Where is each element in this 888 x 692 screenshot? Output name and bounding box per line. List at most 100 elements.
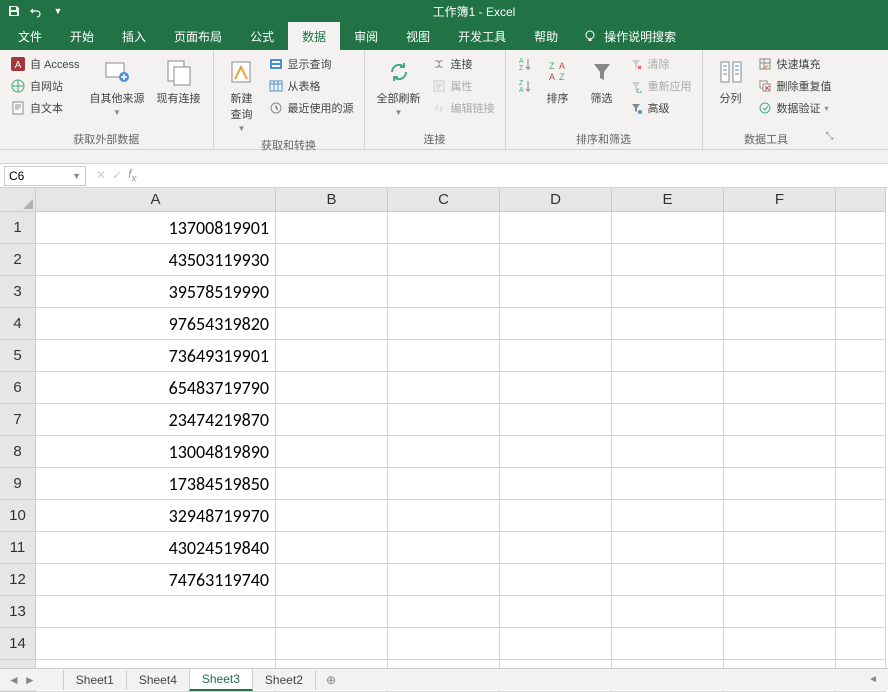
tab-help[interactable]: 帮助 <box>520 22 572 51</box>
enter-formula-icon[interactable]: ✓ <box>112 168 122 182</box>
cell[interactable]: 32948719970 <box>36 500 276 532</box>
cell[interactable]: 43503119930 <box>36 244 276 276</box>
tab-home[interactable]: 开始 <box>56 22 108 51</box>
cell[interactable] <box>612 564 724 596</box>
row-header[interactable]: 8 <box>0 436 36 468</box>
sheet-nav-next-icon[interactable]: ► <box>24 673 36 687</box>
cell[interactable] <box>612 340 724 372</box>
flash-fill-button[interactable]: 快速填充 <box>755 54 834 74</box>
cell[interactable] <box>724 404 836 436</box>
cell[interactable] <box>836 532 886 564</box>
col-header-B[interactable]: B <box>276 188 388 212</box>
cell[interactable] <box>388 244 500 276</box>
row-header[interactable]: 14 <box>0 628 36 660</box>
advanced-filter-button[interactable]: 高级 <box>626 98 694 118</box>
cell[interactable] <box>612 468 724 500</box>
cell[interactable] <box>724 372 836 404</box>
cell[interactable] <box>276 628 388 660</box>
text-to-columns-button[interactable]: 分列 <box>711 54 751 108</box>
cell[interactable] <box>724 212 836 244</box>
cell[interactable] <box>500 372 612 404</box>
cell[interactable] <box>836 564 886 596</box>
cell[interactable] <box>612 244 724 276</box>
refresh-all-button[interactable]: 全部刷新▼ <box>373 54 425 119</box>
col-header-extra[interactable] <box>836 188 886 212</box>
col-header-C[interactable]: C <box>388 188 500 212</box>
qat-dropdown-icon[interactable]: ▼ <box>50 3 66 19</box>
cell[interactable] <box>612 596 724 628</box>
cell[interactable] <box>836 212 886 244</box>
remove-duplicates-button[interactable]: 删除重复值 <box>755 76 834 96</box>
row-header[interactable]: 5 <box>0 340 36 372</box>
sort-az-button[interactable]: AZ <box>514 54 534 74</box>
row-header[interactable]: 3 <box>0 276 36 308</box>
cell[interactable] <box>612 532 724 564</box>
cell[interactable] <box>724 276 836 308</box>
cell[interactable] <box>500 596 612 628</box>
sheet-tab-sheet3[interactable]: Sheet3 <box>189 669 253 691</box>
undo-icon[interactable] <box>28 3 44 19</box>
row-header[interactable]: 10 <box>0 500 36 532</box>
cell[interactable] <box>836 340 886 372</box>
cell[interactable] <box>500 468 612 500</box>
row-header[interactable]: 1 <box>0 212 36 244</box>
cell[interactable] <box>388 276 500 308</box>
cell[interactable] <box>836 596 886 628</box>
dialog-launcher-icon[interactable]: ⤡ <box>826 131 834 142</box>
cell[interactable] <box>724 500 836 532</box>
cell[interactable] <box>388 340 500 372</box>
from-other-sources-button[interactable]: 自其他来源▼ <box>86 54 149 119</box>
sheet-tab-sheet1[interactable]: Sheet1 <box>63 670 127 690</box>
row-header[interactable]: 4 <box>0 308 36 340</box>
cell[interactable] <box>500 500 612 532</box>
cell[interactable]: 13004819890 <box>36 436 276 468</box>
cell[interactable] <box>500 308 612 340</box>
row-header[interactable]: 9 <box>0 468 36 500</box>
cell[interactable] <box>724 244 836 276</box>
cell[interactable] <box>724 628 836 660</box>
new-query-button[interactable]: 新建 查询▼ <box>222 54 262 135</box>
from-access-button[interactable]: A自 Access <box>8 54 82 74</box>
recent-sources-button[interactable]: 最近使用的源 <box>266 98 356 118</box>
tab-dev[interactable]: 开发工具 <box>444 22 520 51</box>
cell[interactable] <box>388 308 500 340</box>
cell[interactable] <box>500 276 612 308</box>
cell[interactable] <box>388 404 500 436</box>
edit-links-button[interactable]: 编辑链接 <box>429 98 497 118</box>
cell[interactable]: 97654319820 <box>36 308 276 340</box>
cell[interactable] <box>276 532 388 564</box>
tab-insert[interactable]: 插入 <box>108 22 160 51</box>
reapply-button[interactable]: 重新应用 <box>626 76 694 96</box>
name-box[interactable]: C6 ▼ <box>4 166 86 186</box>
cell[interactable]: 43024519840 <box>36 532 276 564</box>
save-icon[interactable] <box>6 3 22 19</box>
filter-button[interactable]: 筛选 <box>582 54 622 108</box>
row-header[interactable]: 7 <box>0 404 36 436</box>
cell[interactable]: 23474219870 <box>36 404 276 436</box>
from-web-button[interactable]: 自网站 <box>8 76 82 96</box>
cell[interactable] <box>612 436 724 468</box>
cell[interactable] <box>500 404 612 436</box>
cell[interactable] <box>388 436 500 468</box>
sheet-tab-sheet4[interactable]: Sheet4 <box>126 670 190 690</box>
cell[interactable] <box>836 308 886 340</box>
cell[interactable] <box>724 468 836 500</box>
cell[interactable] <box>836 500 886 532</box>
tab-data[interactable]: 数据 <box>288 22 340 51</box>
new-sheet-button[interactable]: ⊕ <box>316 673 346 687</box>
tab-layout[interactable]: 页面布局 <box>160 22 236 51</box>
cell[interactable] <box>836 436 886 468</box>
col-header-A[interactable]: A <box>36 188 276 212</box>
cell[interactable] <box>612 212 724 244</box>
row-header[interactable]: 6 <box>0 372 36 404</box>
sort-za-button[interactable]: ZA <box>514 76 534 96</box>
cell[interactable] <box>724 596 836 628</box>
cell[interactable]: 74763119740 <box>36 564 276 596</box>
cell[interactable] <box>276 564 388 596</box>
data-validation-button[interactable]: 数据验证 ▾ <box>755 98 834 118</box>
from-table-button[interactable]: 从表格 <box>266 76 356 96</box>
cell[interactable] <box>388 500 500 532</box>
tell-me-search[interactable]: 操作说明搜索 <box>582 28 676 45</box>
cell[interactable] <box>276 468 388 500</box>
cell[interactable]: 39578519990 <box>36 276 276 308</box>
